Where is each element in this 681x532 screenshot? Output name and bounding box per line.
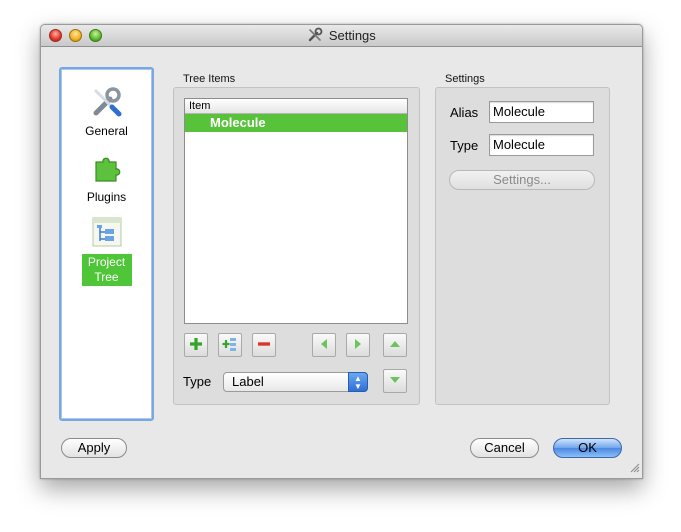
type-field[interactable]: Molecule	[489, 134, 594, 156]
arrow-down-icon	[388, 373, 402, 390]
item-type-select[interactable]: Label ▲ ▼	[223, 372, 368, 392]
window-title: Settings	[41, 27, 642, 43]
add-child-icon	[222, 336, 238, 355]
sidebar-item-label: Plugins	[86, 190, 127, 204]
item-type-value: Label	[232, 374, 264, 389]
select-arrows-icon: ▲ ▼	[348, 372, 368, 392]
puzzle-piece-icon	[90, 157, 124, 188]
wrench-title-icon	[307, 27, 329, 43]
sidebar-item-label: General	[85, 124, 128, 138]
arrow-left-icon	[317, 337, 331, 354]
item-type-label: Type	[183, 374, 212, 389]
type-label: Type	[450, 138, 479, 153]
sidebar-item-label: Project Tree	[81, 254, 132, 286]
settings-window: Settings General Plugins Project Tree Tr…	[40, 24, 643, 479]
arrow-right-icon	[351, 337, 365, 354]
resize-grip-icon[interactable]	[628, 461, 640, 476]
settings-group-title: Settings	[445, 73, 485, 85]
item-settings-button[interactable]: Settings...	[449, 170, 595, 190]
move-right-button[interactable]	[346, 333, 370, 357]
arrow-up-icon	[388, 337, 402, 354]
project-tree-icon	[90, 217, 124, 252]
sidebar-item-general[interactable]: General	[61, 85, 152, 138]
tree-items-group-title: Tree Items	[183, 73, 236, 85]
move-up-button[interactable]	[383, 333, 407, 357]
alias-label: Alias	[450, 105, 479, 120]
remove-item-button[interactable]	[252, 333, 276, 357]
add-item-button[interactable]	[184, 333, 208, 357]
wrench-screwdriver-icon	[90, 87, 124, 122]
plus-icon	[188, 336, 204, 355]
minus-icon	[256, 336, 272, 355]
preferences-sidebar: General Plugins Project Tree	[59, 67, 154, 421]
add-child-item-button[interactable]	[218, 333, 242, 357]
tree-row-selected[interactable]: Molecule	[185, 114, 407, 132]
tree-column-header[interactable]: Item	[185, 99, 407, 114]
move-left-button[interactable]	[312, 333, 336, 357]
cancel-button[interactable]: Cancel	[470, 438, 539, 458]
title-bar: Settings	[41, 25, 642, 47]
sidebar-item-plugins[interactable]: Plugins	[61, 151, 152, 204]
alias-field[interactable]: Molecule	[489, 101, 594, 123]
sidebar-item-project-tree[interactable]: Project Tree	[61, 215, 152, 286]
window-title-text: Settings	[328, 28, 376, 43]
apply-button[interactable]: Apply	[61, 438, 127, 458]
move-down-button[interactable]	[383, 369, 407, 393]
ok-button[interactable]: OK	[553, 438, 622, 458]
tree-items-list[interactable]: Item Molecule	[184, 98, 408, 324]
